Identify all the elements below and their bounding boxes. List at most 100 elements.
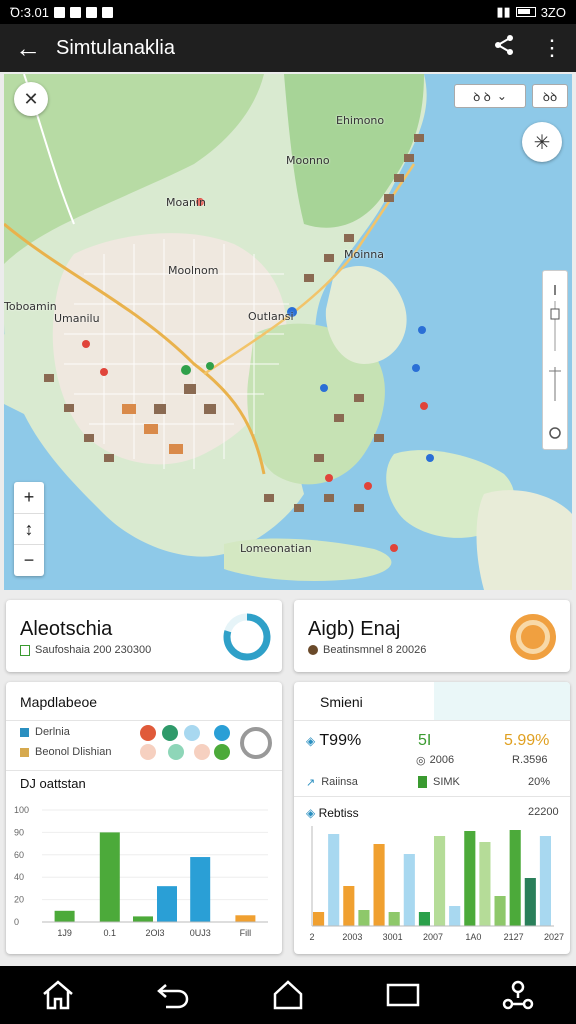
divider (294, 796, 570, 797)
map-label: Umanilu (54, 312, 100, 325)
tag-icon (20, 644, 30, 656)
layer-label: ꝺ ꝺ (473, 89, 491, 104)
x-tick-label: 2003 (342, 932, 362, 942)
map-vertical-slider[interactable] (542, 270, 568, 450)
legend-swatch (20, 747, 29, 757)
signal-icon: ▮▮ (496, 4, 511, 19)
back-arrow-icon[interactable]: ← (0, 33, 56, 64)
bar (494, 896, 506, 926)
summary-card-1[interactable]: Aleotschia Saufoshaia 200 230300 (6, 600, 282, 672)
close-icon[interactable]: ✕ (14, 82, 48, 116)
bar (157, 886, 177, 922)
status-dot-icon (308, 645, 318, 655)
legend-item: Derlnia (20, 726, 70, 738)
chart-title: ◈ Rebtiss (306, 806, 359, 820)
stat-value: 5.99% (504, 732, 550, 749)
app-title: Simtulanaklia (56, 36, 175, 59)
summary-card-2[interactable]: Aigb) Enaj Beatinsmnel 8 20026 (294, 600, 570, 672)
x-tick-label: 0UJ3 (190, 928, 211, 938)
divider (6, 720, 282, 721)
legend-swatch (418, 776, 427, 788)
legend-item: Beonol Dlishian (20, 746, 111, 758)
zoom-in-button[interactable]: + (14, 482, 44, 514)
layer-dots (140, 725, 272, 760)
map-view[interactable]: Ehimono Moonno Moanin Moolnom Outlansi U… (4, 74, 572, 590)
x-tick-label: 1J9 (57, 928, 72, 938)
home-outline-icon[interactable] (268, 975, 308, 1015)
card-title: Aleotschia (20, 618, 113, 640)
y-tick-label: 20 (14, 895, 24, 905)
notification-icon (54, 6, 66, 18)
stat-detail: SIMK (418, 776, 460, 788)
bar (99, 832, 120, 922)
map-label: Moonno (286, 154, 330, 167)
bar-chart: 100 90 60 40 20 0 1J9 0.1 2Ol3 0UJ3 Fill (14, 805, 268, 938)
battery-text: 3ZO (540, 4, 566, 20)
map-label: Lomeonatian (240, 542, 312, 555)
y-tick-label: 90 (14, 827, 24, 837)
navigation-bar (0, 966, 576, 1024)
shield-icon: ◈ (306, 734, 316, 748)
bar (358, 910, 370, 926)
map-label: Moolnom (168, 264, 219, 277)
pin-icon: ◎ (416, 755, 426, 767)
legend-swatch (20, 727, 29, 737)
clock: Ꝺ:3.01 (10, 5, 50, 20)
recents-icon[interactable] (383, 975, 423, 1015)
y-tick-label: 100 (14, 805, 29, 815)
x-tick-label: 2 (309, 932, 314, 942)
bar (343, 886, 355, 926)
bar-chart: 2 2003 3001 2007 1A0 2127 2027 (309, 826, 564, 942)
card-subtitle: Beatinsmnel 8 20026 (308, 644, 426, 656)
home-icon[interactable] (38, 975, 78, 1015)
map-label: Ehimono (336, 114, 385, 127)
map-label: Toboamin (4, 300, 57, 313)
bar (235, 915, 256, 922)
zoom-control: + ↕ − (14, 482, 44, 576)
bar (418, 912, 430, 926)
x-tick-label: 3001 (383, 932, 403, 942)
map-label: Outlansi (248, 310, 294, 323)
battery-icon (515, 7, 536, 17)
zoom-out-button[interactable]: − (14, 545, 44, 576)
map-database-card: Mapdlabeoe Derlnia Beonol Dlishian DJ oa… (6, 682, 282, 954)
x-tick-label: 2027 (544, 932, 564, 942)
stat-value: 5I (418, 732, 432, 749)
back-icon[interactable] (153, 975, 193, 1015)
share-icon[interactable] (480, 34, 528, 62)
map-layer-selector[interactable]: ꝺ ꝺ ⌄ (454, 84, 526, 108)
map-label: Moanin (166, 196, 206, 209)
app-bar: ← Simtulanaklia ⋮ (0, 24, 576, 72)
notification-icon (86, 6, 98, 18)
more-vert-icon[interactable]: ⋮ (528, 35, 576, 61)
card-title: Mapdlabeoe (20, 694, 98, 710)
card-title: Smieni (320, 694, 363, 710)
bar (449, 906, 461, 926)
chevron-down-icon: ⌄ (496, 89, 507, 103)
compass-icon[interactable]: ✳ (522, 122, 562, 162)
x-tick-label: 2Ol3 (145, 928, 164, 938)
chart-title: DJ oattstan (20, 776, 86, 791)
bar (54, 910, 75, 922)
bar (190, 857, 211, 922)
y-tick-label: 40 (14, 872, 24, 882)
status-bar: Ꝺ:3.01 ▮▮ 3ZO (0, 0, 576, 24)
x-tick-label: 1A0 (465, 932, 481, 942)
map-label: Moinna (344, 248, 384, 261)
stat-detail: 20% (528, 776, 551, 788)
divider (6, 770, 282, 771)
x-tick-label: 0.1 (104, 928, 117, 938)
zoom-step-button[interactable]: ↕ (14, 514, 44, 546)
progress-ring (510, 614, 556, 660)
header-highlight (434, 682, 570, 720)
y-tick-label: 60 (14, 850, 24, 860)
card-title: Aigb) Enaj (308, 618, 401, 640)
map-canvas (4, 74, 572, 590)
bar (524, 878, 536, 926)
notification-icon (102, 6, 114, 18)
accessibility-icon[interactable] (498, 975, 538, 1015)
map-view-toggle[interactable]: ꝺꝺ (532, 84, 568, 108)
stat-detail: ◎ 2006 (416, 754, 455, 767)
divider (294, 720, 570, 721)
notification-icon (70, 6, 82, 18)
